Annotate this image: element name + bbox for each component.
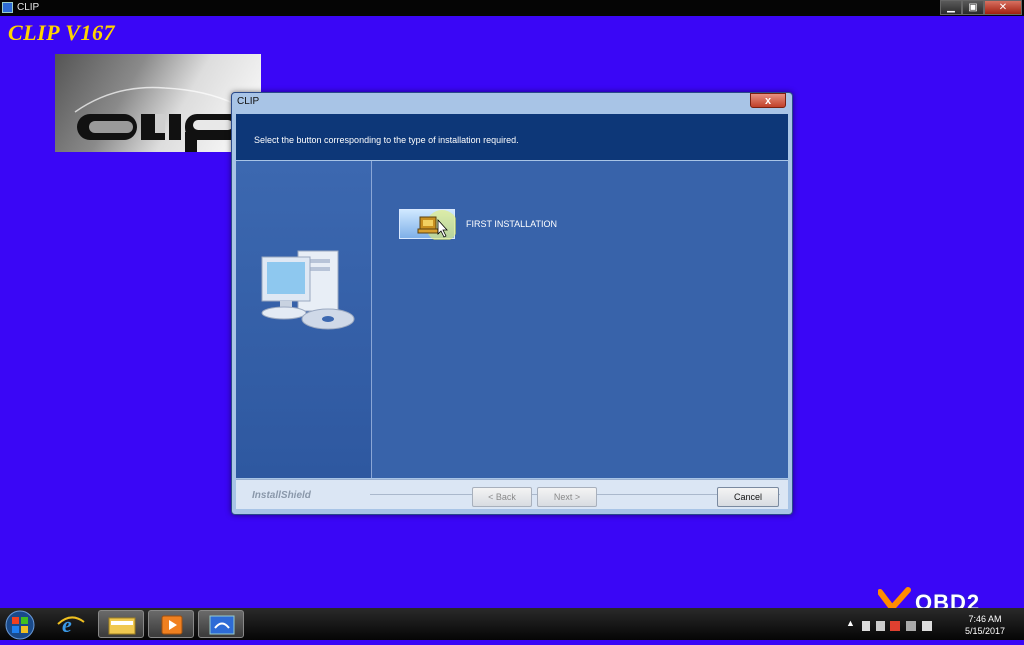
internet-explorer-icon: e bbox=[57, 612, 85, 637]
first-installation-button[interactable] bbox=[399, 209, 458, 242]
installer-dialog: CLIP x Select the button corresponding t… bbox=[231, 92, 793, 515]
start-button[interactable] bbox=[2, 610, 38, 640]
installshield-brand: InstallShield bbox=[252, 490, 311, 501]
taskbar-clip-app[interactable] bbox=[198, 610, 244, 638]
first-installation-label: FIRST INSTALLATION bbox=[466, 219, 558, 229]
cancel-button[interactable]: Cancel bbox=[717, 487, 779, 507]
taskbar-internet-explorer[interactable]: e bbox=[48, 610, 94, 638]
dialog-close-button[interactable]: x bbox=[750, 93, 786, 108]
side-panel bbox=[236, 161, 372, 478]
media-player-icon bbox=[161, 615, 183, 635]
svg-text:e: e bbox=[62, 612, 72, 637]
app-title: CLIP bbox=[17, 2, 40, 13]
computer-icon bbox=[417, 210, 458, 242]
tray-expand-icon[interactable]: ▲ bbox=[846, 618, 855, 628]
minimize-button[interactable]: ▁ bbox=[940, 0, 962, 15]
back-button[interactable]: < Back bbox=[472, 487, 532, 507]
windows-start-icon bbox=[5, 610, 35, 640]
taskbar-media-player[interactable] bbox=[148, 610, 194, 638]
app-title-bar: CLIP ▁ ▣ ✕ bbox=[0, 0, 1024, 16]
main-panel: FIRST INSTALLATION bbox=[372, 161, 788, 478]
taskbar-file-explorer[interactable] bbox=[98, 610, 144, 638]
dialog-title: CLIP bbox=[237, 96, 260, 107]
clock-date: 5/15/2017 bbox=[964, 626, 1006, 636]
tray-icons bbox=[862, 620, 952, 634]
computer-icon bbox=[261, 250, 355, 330]
folder-icon bbox=[108, 617, 136, 635]
instruction-text: Select the button corresponding to the t… bbox=[254, 135, 519, 145]
maximize-button[interactable]: ▣ bbox=[962, 0, 984, 15]
tray-status-icons bbox=[862, 621, 932, 631]
taskbar-clock[interactable]: 7:46 AM 5/15/2017 bbox=[960, 613, 1010, 637]
next-button[interactable]: Next > bbox=[537, 487, 597, 507]
close-button[interactable]: ✕ bbox=[984, 0, 1022, 15]
dialog-footer: InstallShield < Back Next > Cancel bbox=[236, 479, 788, 509]
app-icon bbox=[2, 2, 13, 13]
clock-time: 7:46 AM bbox=[968, 614, 1002, 624]
clip-app-icon bbox=[209, 615, 235, 635]
version-banner: CLIP V167 bbox=[8, 20, 115, 45]
